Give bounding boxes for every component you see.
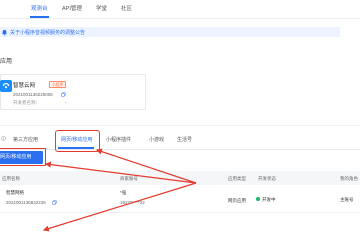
row-app-id: 2021001136842235 bbox=[6, 200, 46, 205]
nav-item-community[interactable]: 社区 bbox=[121, 4, 132, 12]
nav-active-indicator bbox=[30, 16, 49, 18]
col-app-type: 应用类型 bbox=[228, 176, 246, 181]
chevron-right-icon[interactable]: › bbox=[65, 100, 67, 105]
app-type-tabs: 第三方应用 网页/移动应用 小程序插件 小游戏 生活号 bbox=[0, 128, 360, 150]
app-logo-icon bbox=[0, 80, 12, 92]
row-merchant-account: 192*******22 bbox=[120, 200, 145, 205]
row-app-name[interactable]: 智慧网络 bbox=[6, 190, 24, 196]
notice-bar[interactable]: 关于小程序音视频服务的调整公告 bbox=[0, 27, 340, 37]
tab-mini-game[interactable]: 小游戏 bbox=[149, 136, 164, 143]
col-merchant: 商家账号 bbox=[120, 176, 138, 181]
tab-mini-plugin[interactable]: 小程序插件 bbox=[106, 136, 131, 143]
info-icon bbox=[1, 136, 6, 141]
status-dot bbox=[256, 197, 260, 201]
row-merchant-name: *强 bbox=[120, 190, 127, 195]
tab-third-party[interactable]: 第三方应用 bbox=[13, 136, 38, 143]
col-dev-status: 开发状态 bbox=[258, 176, 276, 181]
top-nav: 观测台 API管理 学堂 社区 bbox=[0, 0, 360, 19]
app-card[interactable]: 智慧云网 小程序 2021001136225006 开发者名称： › bbox=[0, 74, 146, 110]
app-name: 智慧云网 bbox=[13, 83, 36, 89]
app-author: 开发者名称： bbox=[13, 100, 40, 105]
bell-icon bbox=[2, 29, 7, 36]
section-title: 应用 bbox=[0, 59, 13, 65]
copy-icon[interactable] bbox=[52, 200, 57, 205]
row-dev-status: 开发中 bbox=[262, 197, 276, 202]
table-header: 应用名称 商家账号 应用类型 开发状态 我的角色 bbox=[0, 171, 360, 185]
app-type-badge: 小程序 bbox=[49, 80, 66, 88]
row-app-type: 网页应用 bbox=[228, 198, 246, 203]
tab-highlight-box bbox=[55, 130, 100, 152]
table-row[interactable]: 智慧网络 2021001136842235 *强 192*******22 网页… bbox=[0, 185, 360, 213]
section-divider bbox=[0, 125, 360, 126]
button-highlight-box bbox=[0, 148, 46, 166]
col-app-name: 应用名称 bbox=[2, 176, 20, 181]
row-role: 主账号 bbox=[340, 197, 354, 202]
copy-icon[interactable] bbox=[61, 92, 66, 97]
notice-text: 关于小程序音视频服务的调整公告 bbox=[10, 29, 86, 36]
nav-item-console[interactable]: 观测台 bbox=[31, 4, 48, 12]
nav-item-api[interactable]: API管理 bbox=[62, 4, 82, 12]
nav-item-school[interactable]: 学堂 bbox=[96, 4, 107, 12]
tab-life-account[interactable]: 生活号 bbox=[177, 136, 192, 143]
app-id: 2021001136225006 bbox=[13, 92, 53, 97]
col-role: 我的角色 bbox=[340, 176, 358, 181]
